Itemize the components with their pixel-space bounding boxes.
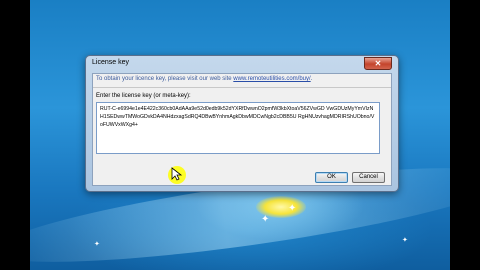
sparkle-icon: ✦ xyxy=(261,214,270,225)
letterbox-left xyxy=(0,0,30,270)
dialog-title: License key xyxy=(92,59,129,66)
info-message: To obtain your licence key, please visit… xyxy=(96,76,232,82)
cancel-button[interactable]: Cancel xyxy=(352,172,385,183)
close-button[interactable]: ✕ xyxy=(364,57,392,70)
letterbox-right xyxy=(450,0,480,270)
mouse-cursor-icon xyxy=(171,167,183,181)
close-icon: ✕ xyxy=(374,59,382,68)
license-key-label: Enter the license key (or meta-key): xyxy=(96,93,191,99)
dialog-body: To obtain your licence key, please visit… xyxy=(92,73,392,186)
sparkle-icon: ✦ xyxy=(94,241,100,248)
sparkle-icon: ✦ xyxy=(402,237,408,244)
divider xyxy=(93,87,391,88)
license-key-input[interactable] xyxy=(96,102,380,154)
ok-button[interactable]: OK xyxy=(315,172,348,183)
info-period: . xyxy=(310,76,313,82)
buy-link[interactable]: www.remoteutilities.com/buy/ xyxy=(233,76,310,82)
dialog-titlebar[interactable]: License key ✕ xyxy=(86,56,398,72)
license-key-dialog: License key ✕ To obtain your licence key… xyxy=(85,55,399,192)
sparkle-icon: ✦ xyxy=(288,203,297,214)
info-text: To obtain your licence key, please visit… xyxy=(96,76,312,82)
